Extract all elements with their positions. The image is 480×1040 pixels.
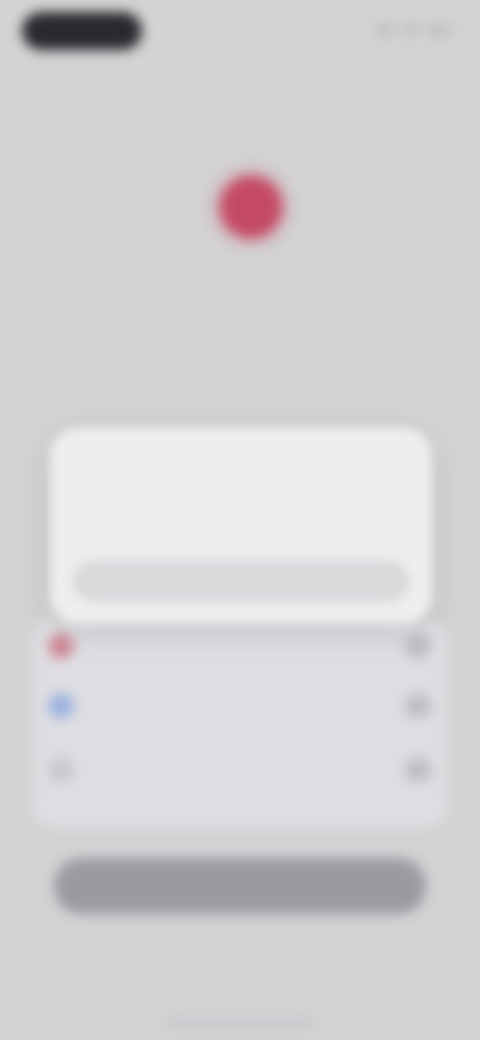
status-bar-time-pill xyxy=(22,12,142,50)
list-item[interactable] xyxy=(48,684,432,728)
hero-icon xyxy=(220,176,282,238)
option-icon xyxy=(48,633,74,659)
wifi-icon xyxy=(402,26,418,34)
options-list xyxy=(34,618,446,828)
toggle-switch[interactable] xyxy=(404,758,432,782)
dialog-ok-button[interactable] xyxy=(72,560,410,602)
signal-icon xyxy=(376,26,394,34)
toggle-switch[interactable] xyxy=(404,694,432,718)
battery-icon xyxy=(426,26,452,34)
alert-dialog xyxy=(50,428,432,624)
continue-button[interactable] xyxy=(54,858,426,914)
option-icon xyxy=(48,757,74,783)
option-icon xyxy=(48,693,74,719)
toggle-switch[interactable] xyxy=(404,634,432,658)
list-item[interactable] xyxy=(48,748,432,792)
list-item[interactable] xyxy=(48,624,432,668)
home-indicator xyxy=(165,1020,315,1026)
status-bar-indicators xyxy=(372,22,452,38)
